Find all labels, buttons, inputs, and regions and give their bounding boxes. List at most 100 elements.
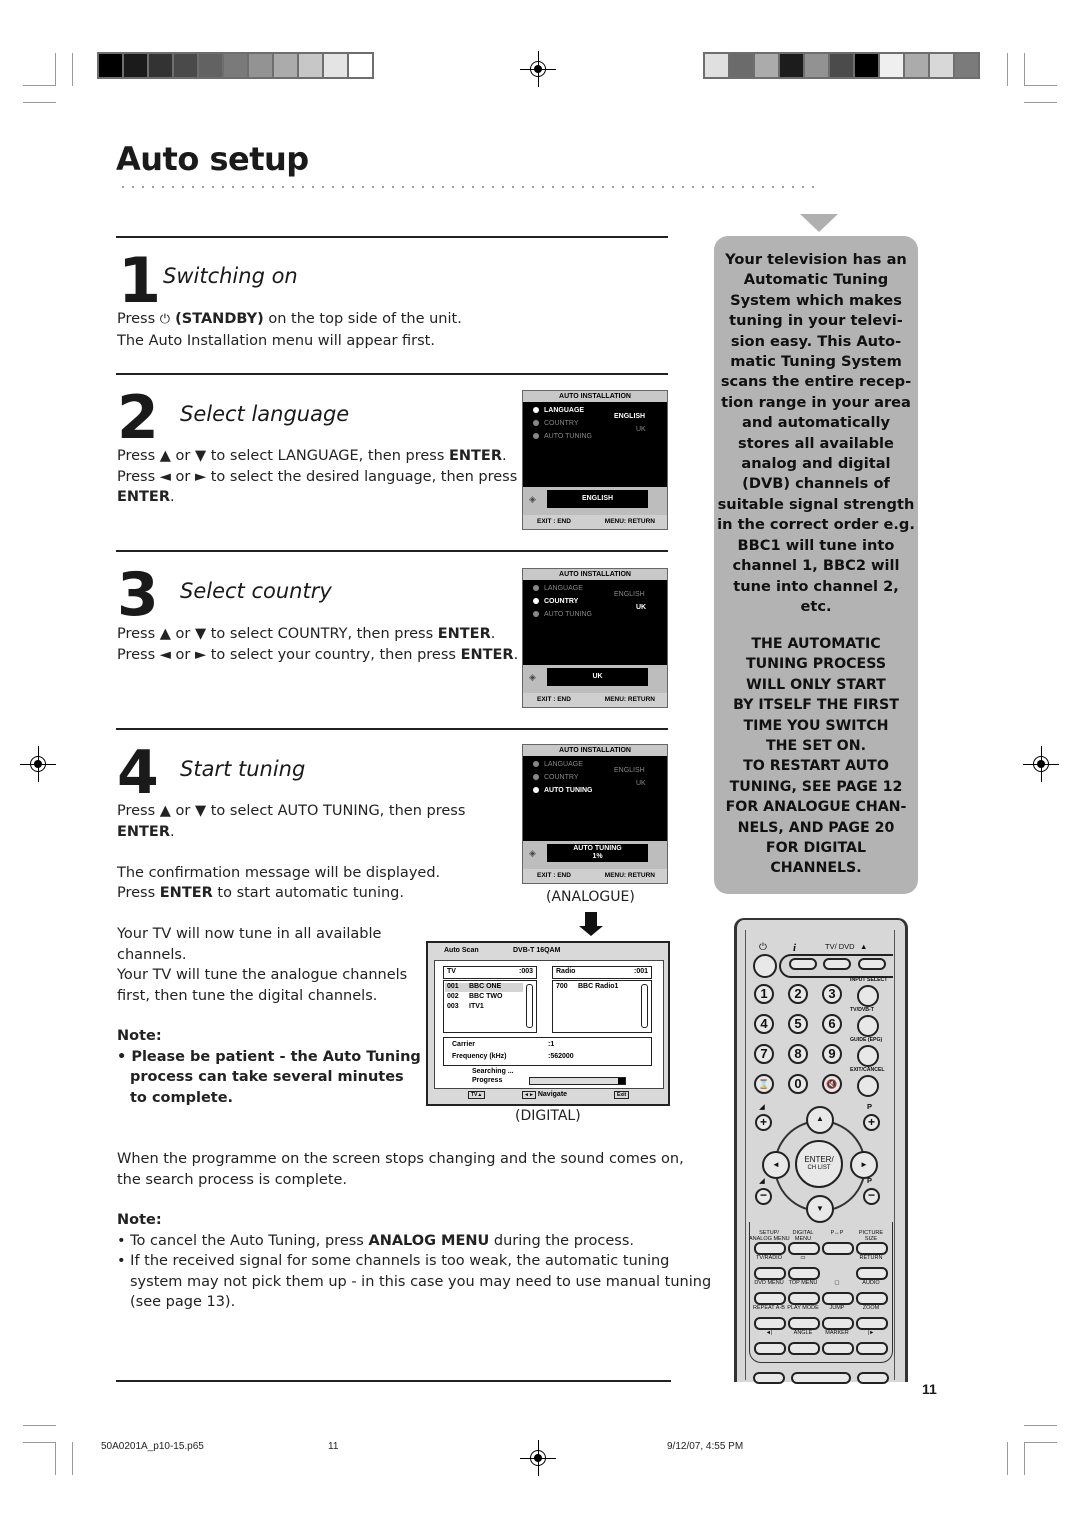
- color-swatch: [149, 54, 172, 77]
- power-button[interactable]: [753, 954, 777, 978]
- tv-dvd-button[interactable]: [823, 958, 851, 970]
- crop-mark: [72, 53, 73, 86]
- side-function-button[interactable]: [857, 985, 879, 1007]
- side-function-button[interactable]: [857, 1045, 879, 1067]
- note-label: Note:: [117, 1028, 162, 1044]
- number-button-4[interactable]: 4: [754, 1014, 774, 1034]
- return-button[interactable]: [856, 1267, 888, 1280]
- number-button-2[interactable]: 2: [788, 984, 808, 1004]
- step-number: 4: [117, 738, 159, 808]
- info-button[interactable]: [789, 958, 817, 970]
- number-button-7[interactable]: 7: [754, 1044, 774, 1064]
- number-button-1[interactable]: 1: [754, 984, 774, 1004]
- hold-icon-button[interactable]: ⌛: [754, 1074, 774, 1094]
- color-swatch: [830, 54, 853, 77]
- footer-timestamp: 9/12/07, 4:55 PM: [667, 1441, 744, 1452]
- osd-item-label: LANGUAGE: [544, 407, 585, 414]
- step-4-text: Press ▲ or ▼ to select AUTO TUNING, then…: [117, 801, 465, 904]
- text-line: scans the entire recep-: [720, 373, 912, 391]
- side-function-button[interactable]: [857, 1015, 879, 1037]
- osd-footer-menu: MENU: RETURN: [604, 872, 655, 879]
- osd-menu-item[interactable]: AUTO TUNING: [533, 611, 592, 618]
- osd-menu-item[interactable]: LANGUAGE: [533, 585, 583, 592]
- program-up-button[interactable]: +: [863, 1114, 880, 1131]
- audio-button[interactable]: [856, 1292, 888, 1305]
- osd-selection-box[interactable]: UK: [547, 668, 648, 686]
- dvd-menu-button[interactable]: [754, 1292, 786, 1305]
- crop-mark: [72, 1442, 73, 1475]
- crop-mark: [1024, 53, 1025, 86]
- text-line: • If the received signal for some channe…: [117, 1253, 670, 1269]
- scrollbar[interactable]: [526, 984, 533, 1028]
- pointer-triangle-icon: [800, 214, 838, 232]
- registration-mark-icon: [1023, 746, 1059, 782]
- osd-selection-box[interactable]: ENGLISH: [547, 490, 648, 508]
- scrollbar[interactable]: [641, 984, 648, 1028]
- angle-button[interactable]: [788, 1342, 820, 1355]
- jump-button[interactable]: [822, 1317, 854, 1330]
- teletext-button[interactable]: [788, 1267, 820, 1280]
- down-arrow-button[interactable]: ▼: [806, 1195, 834, 1223]
- radio-channel-list[interactable]: 700 BBC Radio1: [552, 980, 652, 1033]
- scan-mode: DVB-T 16QAM: [513, 947, 561, 954]
- volume-up-button[interactable]: +: [755, 1114, 772, 1131]
- radio-channel-row[interactable]: 700 BBC Radio1: [554, 983, 634, 992]
- tv-channel-row[interactable]: 002 BBC TWO: [445, 993, 523, 1002]
- remote-label: |►: [867, 1330, 875, 1336]
- marker-button[interactable]: [822, 1342, 854, 1355]
- right-arrow-button[interactable]: ►: [850, 1151, 878, 1179]
- number-button-3[interactable]: 3: [822, 984, 842, 1004]
- tv-channel-row[interactable]: 001 BBC ONE: [445, 983, 523, 992]
- frequency-label: Frequency (kHz): [452, 1053, 507, 1060]
- number-button-8[interactable]: 8: [788, 1044, 808, 1064]
- number-button-5[interactable]: 5: [788, 1014, 808, 1034]
- osd-menu-item[interactable]: AUTO TUNING: [533, 433, 592, 440]
- remote-bottom-button[interactable]: [791, 1372, 851, 1384]
- remote-bottom-button[interactable]: [753, 1372, 785, 1384]
- picture-size-button[interactable]: [856, 1242, 888, 1255]
- picture-in-picture-button[interactable]: [822, 1242, 854, 1255]
- color-swatch: [224, 54, 247, 77]
- number-button-6[interactable]: 6: [822, 1014, 842, 1034]
- osd-menu-item[interactable]: AUTO TUNING: [533, 787, 592, 794]
- up-arrow-button[interactable]: ▲: [806, 1106, 834, 1134]
- number-button-9[interactable]: 9: [822, 1044, 842, 1064]
- side-function-button[interactable]: [857, 1075, 879, 1097]
- tv-radio-button[interactable]: [754, 1267, 786, 1280]
- left-arrow-button[interactable]: ◄: [762, 1151, 790, 1179]
- repeat-a-b-button[interactable]: [754, 1317, 786, 1330]
- osd-header: AUTO INSTALLATION: [523, 745, 667, 756]
- osd-menu-item[interactable]: LANGUAGE: [533, 407, 584, 414]
- top-menu-button[interactable]: [788, 1292, 820, 1305]
- enter-button[interactable]: ENTER/CH LIST: [795, 1140, 843, 1188]
- osd-menu-item[interactable]: COUNTRY: [533, 598, 578, 605]
- osd-menu-item[interactable]: LANGUAGE: [533, 761, 583, 768]
- tv-channel-row[interactable]: 003 ITV1: [445, 1003, 523, 1012]
- number-button-0[interactable]: 0: [788, 1074, 808, 1094]
- remote-bottom-button[interactable]: [857, 1372, 889, 1384]
- zoom-button[interactable]: [856, 1317, 888, 1330]
- digital-menu-button[interactable]: [788, 1242, 820, 1255]
- program-down-button[interactable]: −: [863, 1188, 880, 1205]
- text-line: WILL ONLY START: [746, 676, 886, 693]
- text-line: Press ▲ or ▼ to select LANGUAGE, then pr…: [117, 448, 507, 464]
- digital-scan-screen: Auto Scan DVB-T 16QAM TV :003 001 BBC ONE…: [426, 941, 670, 1106]
- osd-selection-box[interactable]: AUTO TUNING 1%: [547, 844, 648, 862]
- osd-menu-item[interactable]: COUNTRY: [533, 774, 578, 781]
- osd-menu-item[interactable]: COUNTRY: [533, 420, 578, 427]
- subtitle-button[interactable]: [822, 1292, 854, 1305]
- setup-analog-menu-button[interactable]: [754, 1242, 786, 1255]
- tv-channel-list[interactable]: 001 BBC ONE 002 BBC TWO 003 ITV1: [443, 980, 537, 1033]
- skip-forward-button[interactable]: [856, 1342, 888, 1355]
- remote-label: EXIT/CANCEL: [850, 1067, 885, 1073]
- eject-button[interactable]: [858, 958, 886, 970]
- mute-icon-button[interactable]: 🔇: [822, 1074, 842, 1094]
- remote-label: INPUT SELECT: [850, 977, 888, 983]
- play-mode-button[interactable]: [788, 1317, 820, 1330]
- text-line: BY ITSELF THE FIRST: [733, 697, 899, 714]
- program-label: P: [867, 1102, 873, 1111]
- text-line: [117, 842, 465, 863]
- volume-down-button[interactable]: −: [755, 1188, 772, 1205]
- osd-footer: EXIT : END MENU: RETURN: [523, 515, 667, 529]
- skip-back-button[interactable]: [754, 1342, 786, 1355]
